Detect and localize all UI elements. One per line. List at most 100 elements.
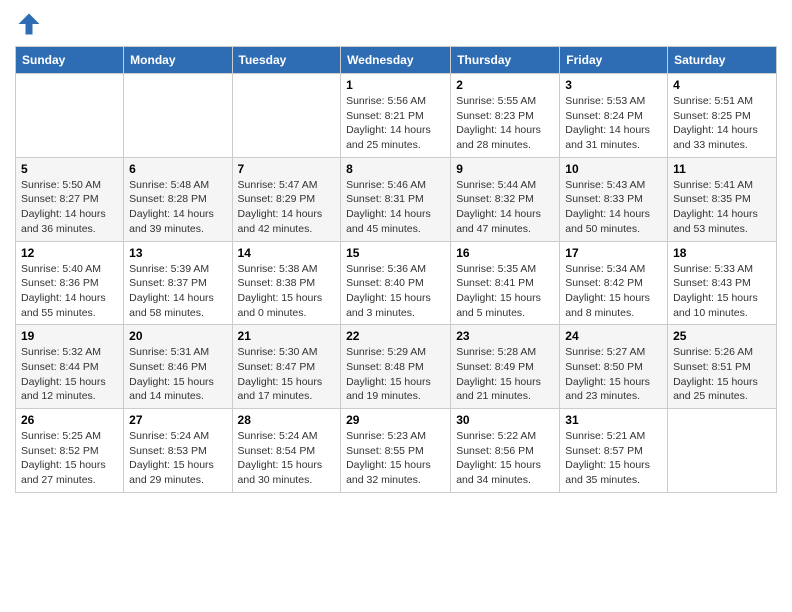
calendar-cell: 20 Sunrise: 5:31 AM Sunset: 8:46 PM Dayli… — [124, 325, 232, 409]
day-number: 25 — [673, 329, 771, 343]
day-number: 22 — [346, 329, 445, 343]
calendar-cell — [124, 74, 232, 158]
day-info: Sunrise: 5:53 AM Sunset: 8:24 PM Dayligh… — [565, 94, 662, 153]
logo-icon — [15, 10, 43, 38]
day-number: 5 — [21, 162, 118, 176]
calendar-cell: 11 Sunrise: 5:41 AM Sunset: 8:35 PM Dayli… — [668, 157, 777, 241]
calendar-cell: 25 Sunrise: 5:26 AM Sunset: 8:51 PM Dayli… — [668, 325, 777, 409]
calendar-cell: 12 Sunrise: 5:40 AM Sunset: 8:36 PM Dayli… — [16, 241, 124, 325]
day-info: Sunrise: 5:29 AM Sunset: 8:48 PM Dayligh… — [346, 345, 445, 404]
day-info: Sunrise: 5:36 AM Sunset: 8:40 PM Dayligh… — [346, 262, 445, 321]
calendar-cell: 9 Sunrise: 5:44 AM Sunset: 8:32 PM Daylig… — [451, 157, 560, 241]
day-of-week-header: Thursday — [451, 47, 560, 74]
day-number: 17 — [565, 246, 662, 260]
day-number: 21 — [238, 329, 336, 343]
day-number: 28 — [238, 413, 336, 427]
calendar-week-row: 1 Sunrise: 5:56 AM Sunset: 8:21 PM Daylig… — [16, 74, 777, 158]
day-info: Sunrise: 5:55 AM Sunset: 8:23 PM Dayligh… — [456, 94, 554, 153]
day-number: 14 — [238, 246, 336, 260]
calendar-cell: 4Sunrise: 5:51 AM Sunset: 8:25 PM Daylig… — [668, 74, 777, 158]
day-number: 3 — [565, 78, 662, 92]
day-info: Sunrise: 5:24 AM Sunset: 8:54 PM Dayligh… — [238, 429, 336, 488]
calendar-cell: 14 Sunrise: 5:38 AM Sunset: 8:38 PM Dayli… — [232, 241, 341, 325]
day-info: Sunrise: 5:44 AM Sunset: 8:32 PM Dayligh… — [456, 178, 554, 237]
day-number: 15 — [346, 246, 445, 260]
day-number: 18 — [673, 246, 771, 260]
day-number: 1 — [346, 78, 445, 92]
calendar-cell: 22 Sunrise: 5:29 AM Sunset: 8:48 PM Dayli… — [341, 325, 451, 409]
day-info: Sunrise: 5:27 AM Sunset: 8:50 PM Dayligh… — [565, 345, 662, 404]
calendar-cell — [668, 409, 777, 493]
day-number: 2 — [456, 78, 554, 92]
day-of-week-header: Sunday — [16, 47, 124, 74]
calendar-week-row: 12 Sunrise: 5:40 AM Sunset: 8:36 PM Dayli… — [16, 241, 777, 325]
calendar-cell: 29Sunrise: 5:23 AM Sunset: 8:55 PM Dayli… — [341, 409, 451, 493]
day-info: Sunrise: 5:30 AM Sunset: 8:47 PM Dayligh… — [238, 345, 336, 404]
calendar-week-row: 19 Sunrise: 5:32 AM Sunset: 8:44 PM Dayli… — [16, 325, 777, 409]
day-number: 16 — [456, 246, 554, 260]
calendar-cell: 10 Sunrise: 5:43 AM Sunset: 8:33 PM Dayli… — [560, 157, 668, 241]
calendar-cell: 16 Sunrise: 5:35 AM Sunset: 8:41 PM Dayli… — [451, 241, 560, 325]
day-number: 12 — [21, 246, 118, 260]
day-number: 9 — [456, 162, 554, 176]
day-of-week-header: Wednesday — [341, 47, 451, 74]
day-number: 10 — [565, 162, 662, 176]
calendar-cell: 17 Sunrise: 5:34 AM Sunset: 8:42 PM Dayli… — [560, 241, 668, 325]
day-info: Sunrise: 5:48 AM Sunset: 8:28 PM Dayligh… — [129, 178, 226, 237]
calendar-cell: 18 Sunrise: 5:33 AM Sunset: 8:43 PM Dayli… — [668, 241, 777, 325]
calendar-cell: 8 Sunrise: 5:46 AM Sunset: 8:31 PM Daylig… — [341, 157, 451, 241]
day-info: Sunrise: 5:33 AM Sunset: 8:43 PM Dayligh… — [673, 262, 771, 321]
day-info: Sunrise: 5:22 AM Sunset: 8:56 PM Dayligh… — [456, 429, 554, 488]
calendar-cell: 26 Sunrise: 5:25 AM Sunset: 8:52 PM Dayli… — [16, 409, 124, 493]
day-number: 8 — [346, 162, 445, 176]
day-info: Sunrise: 5:43 AM Sunset: 8:33 PM Dayligh… — [565, 178, 662, 237]
day-number: 30 — [456, 413, 554, 427]
day-of-week-header: Saturday — [668, 47, 777, 74]
day-info: Sunrise: 5:40 AM Sunset: 8:36 PM Dayligh… — [21, 262, 118, 321]
calendar-cell: 15 Sunrise: 5:36 AM Sunset: 8:40 PM Dayli… — [341, 241, 451, 325]
day-number: 23 — [456, 329, 554, 343]
day-info: Sunrise: 5:46 AM Sunset: 8:31 PM Dayligh… — [346, 178, 445, 237]
day-number: 11 — [673, 162, 771, 176]
calendar-table: SundayMondayTuesdayWednesdayThursdayFrid… — [15, 46, 777, 493]
calendar-header-row: SundayMondayTuesdayWednesdayThursdayFrid… — [16, 47, 777, 74]
day-number: 26 — [21, 413, 118, 427]
day-info: Sunrise: 5:25 AM Sunset: 8:52 PM Dayligh… — [21, 429, 118, 488]
calendar-week-row: 5Sunrise: 5:50 AM Sunset: 8:27 PM Daylig… — [16, 157, 777, 241]
calendar-cell: 6Sunrise: 5:48 AM Sunset: 8:28 PM Daylig… — [124, 157, 232, 241]
day-info: Sunrise: 5:21 AM Sunset: 8:57 PM Dayligh… — [565, 429, 662, 488]
day-number: 19 — [21, 329, 118, 343]
day-of-week-header: Tuesday — [232, 47, 341, 74]
day-number: 13 — [129, 246, 226, 260]
day-number: 7 — [238, 162, 336, 176]
calendar-cell: 30 Sunrise: 5:22 AM Sunset: 8:56 PM Dayli… — [451, 409, 560, 493]
day-info: Sunrise: 5:32 AM Sunset: 8:44 PM Dayligh… — [21, 345, 118, 404]
calendar-cell: 13 Sunrise: 5:39 AM Sunset: 8:37 PM Dayli… — [124, 241, 232, 325]
day-info: Sunrise: 5:24 AM Sunset: 8:53 PM Dayligh… — [129, 429, 226, 488]
day-info: Sunrise: 5:39 AM Sunset: 8:37 PM Dayligh… — [129, 262, 226, 321]
page-header — [15, 10, 777, 38]
day-of-week-header: Friday — [560, 47, 668, 74]
day-info: Sunrise: 5:56 AM Sunset: 8:21 PM Dayligh… — [346, 94, 445, 153]
calendar-cell: 24Sunrise: 5:27 AM Sunset: 8:50 PM Dayli… — [560, 325, 668, 409]
calendar-cell: 23 Sunrise: 5:28 AM Sunset: 8:49 PM Dayli… — [451, 325, 560, 409]
day-number: 29 — [346, 413, 445, 427]
day-number: 27 — [129, 413, 226, 427]
day-number: 20 — [129, 329, 226, 343]
day-info: Sunrise: 5:41 AM Sunset: 8:35 PM Dayligh… — [673, 178, 771, 237]
day-info: Sunrise: 5:28 AM Sunset: 8:49 PM Dayligh… — [456, 345, 554, 404]
calendar-cell — [232, 74, 341, 158]
day-number: 4 — [673, 78, 771, 92]
day-info: Sunrise: 5:26 AM Sunset: 8:51 PM Dayligh… — [673, 345, 771, 404]
day-info: Sunrise: 5:47 AM Sunset: 8:29 PM Dayligh… — [238, 178, 336, 237]
day-info: Sunrise: 5:38 AM Sunset: 8:38 PM Dayligh… — [238, 262, 336, 321]
day-number: 31 — [565, 413, 662, 427]
day-info: Sunrise: 5:35 AM Sunset: 8:41 PM Dayligh… — [456, 262, 554, 321]
calendar-cell: 31 Sunrise: 5:21 AM Sunset: 8:57 PM Dayli… — [560, 409, 668, 493]
day-info: Sunrise: 5:34 AM Sunset: 8:42 PM Dayligh… — [565, 262, 662, 321]
day-info: Sunrise: 5:31 AM Sunset: 8:46 PM Dayligh… — [129, 345, 226, 404]
day-of-week-header: Monday — [124, 47, 232, 74]
calendar-cell: 27 Sunrise: 5:24 AM Sunset: 8:53 PM Dayli… — [124, 409, 232, 493]
calendar-cell — [16, 74, 124, 158]
calendar-cell: 1 Sunrise: 5:56 AM Sunset: 8:21 PM Daylig… — [341, 74, 451, 158]
